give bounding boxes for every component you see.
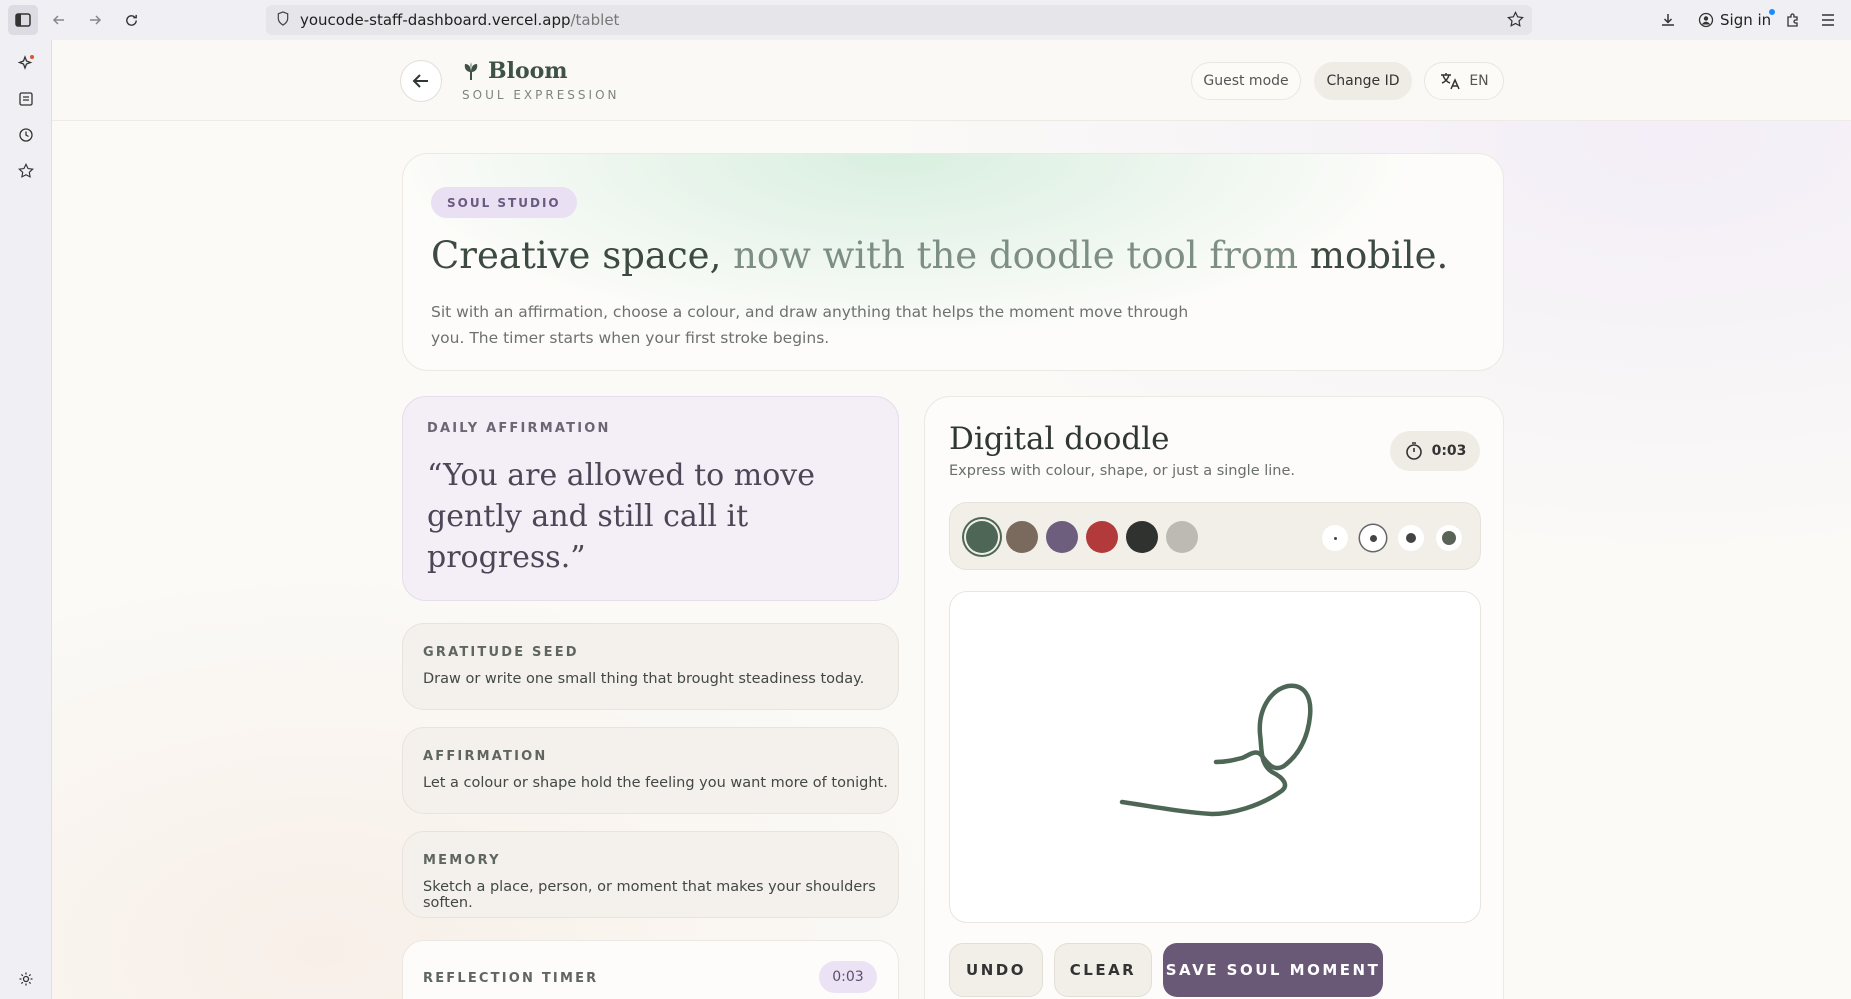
color-swatch-2[interactable] xyxy=(1006,521,1038,553)
prompt-label: MEMORY xyxy=(423,853,501,868)
ai-sparkle-icon[interactable] xyxy=(13,50,39,76)
prompt-text: Sketch a place, person, or moment that m… xyxy=(423,879,876,911)
prompt-label: AFFIRMATION xyxy=(423,749,548,764)
prompt-label: GRATITUDE SEED xyxy=(423,645,579,660)
history-clock-icon[interactable] xyxy=(13,122,39,148)
prompt-text: Draw or write one small thing that broug… xyxy=(423,671,865,687)
leaf-icon xyxy=(464,62,478,80)
browser-toolbar: youcode-staff-dashboard.vercel.app/table… xyxy=(0,0,1851,40)
prompt-card-gratitude[interactable]: GRATITUDE SEED Draw or write one small t… xyxy=(402,623,899,710)
language-button[interactable]: EN xyxy=(1424,62,1504,100)
forward-arrow-icon[interactable] xyxy=(80,5,110,35)
prompt-card-affirmation[interactable]: AFFIRMATION Let a colour or shape hold t… xyxy=(402,727,899,814)
bookmark-star-icon[interactable] xyxy=(1507,11,1524,32)
browser-sidebar xyxy=(0,40,52,999)
reading-list-icon[interactable] xyxy=(13,86,39,112)
settings-gear-icon[interactable] xyxy=(13,966,39,992)
reflection-timer-label: REFLECTION TIMER xyxy=(423,971,599,986)
reflection-timer-card: REFLECTION TIMER 0:03 xyxy=(402,940,899,999)
doodle-title: Digital doodle xyxy=(949,421,1170,457)
soul-studio-chip: SOUL STUDIO xyxy=(431,187,577,218)
shield-icon xyxy=(276,10,290,30)
change-id-button[interactable]: Change ID xyxy=(1314,62,1412,100)
bookmarks-star-icon[interactable] xyxy=(13,158,39,184)
page-title: Creative space, now with the doodle tool… xyxy=(431,234,1448,277)
title-muted: now with the doodle tool from xyxy=(721,234,1310,277)
affirmation-quote: “You are allowed to move gently and stil… xyxy=(427,458,815,575)
language-label: EN xyxy=(1469,73,1489,89)
title-end: mobile. xyxy=(1309,234,1449,277)
reflection-timer-badge: 0:03 xyxy=(819,961,877,993)
menu-icon[interactable] xyxy=(1813,5,1843,35)
color-swatch-3[interactable] xyxy=(1046,521,1078,553)
doodle-timer: 0:03 xyxy=(1390,431,1480,471)
stopwatch-icon xyxy=(1405,442,1422,460)
title-main: Creative space, xyxy=(431,234,722,277)
reload-icon[interactable] xyxy=(116,5,146,35)
url-host: youcode-staff-dashboard.vercel.app xyxy=(300,11,571,29)
prompt-text: Let a colour or shape hold the feeling y… xyxy=(423,775,888,791)
doodle-subtitle: Express with colour, shape, or just a si… xyxy=(949,463,1296,479)
doodle-drawing xyxy=(1119,683,1313,817)
extensions-icon[interactable] xyxy=(1778,5,1808,35)
color-swatch-1[interactable] xyxy=(966,521,998,553)
affirmation-label: DAILY AFFIRMATION xyxy=(427,421,611,436)
drawing-canvas[interactable] xyxy=(949,591,1481,923)
color-swatch-4[interactable] xyxy=(1086,521,1118,553)
translate-icon xyxy=(1441,73,1461,90)
doodle-panel: Digital doodle Express with colour, shap… xyxy=(924,396,1504,999)
undo-button[interactable]: UNDO xyxy=(949,943,1043,997)
color-swatch-6[interactable] xyxy=(1166,521,1198,553)
back-button[interactable] xyxy=(400,60,442,102)
hero-card: SOUL STUDIO Creative space, now with the… xyxy=(402,153,1504,371)
brush-size-dot xyxy=(1406,533,1416,543)
daily-affirmation-card: DAILY AFFIRMATION “You are allowed to mo… xyxy=(402,396,899,601)
brush-size-4[interactable] xyxy=(1436,525,1462,551)
address-bar[interactable]: youcode-staff-dashboard.vercel.app/table… xyxy=(266,5,1532,35)
save-soul-moment-button[interactable]: SAVE SOUL MOMENT xyxy=(1163,943,1383,997)
doodle-timer-value: 0:03 xyxy=(1431,443,1467,459)
brush-size-1[interactable] xyxy=(1322,525,1348,551)
brush-size-2[interactable] xyxy=(1360,525,1386,551)
downloads-icon[interactable] xyxy=(1653,5,1683,35)
brush-size-dot xyxy=(1333,536,1337,540)
clear-button[interactable]: CLEAR xyxy=(1054,943,1152,997)
sign-in-label: Sign in xyxy=(1720,11,1772,29)
url-path: /tablet xyxy=(570,11,620,29)
doodle-stroke xyxy=(1119,683,1313,817)
back-arrow-icon[interactable] xyxy=(44,5,74,35)
app-header: Bloom SOUL EXPRESSION Guest mode Change … xyxy=(52,40,1851,121)
sign-in-button[interactable]: Sign in xyxy=(1690,5,1779,35)
sidebar-toggle-icon[interactable] xyxy=(8,5,38,35)
prompt-card-memory[interactable]: MEMORY Sketch a place, person, or moment… xyxy=(402,831,899,918)
account-icon xyxy=(1698,12,1714,28)
page: Bloom SOUL EXPRESSION Guest mode Change … xyxy=(52,40,1851,999)
hero-description: Sit with an affirmation, choose a colour… xyxy=(431,303,1189,347)
brand-subtitle: SOUL EXPRESSION xyxy=(462,88,620,102)
brush-size-3[interactable] xyxy=(1398,525,1424,551)
brush-size-dot xyxy=(1369,534,1377,542)
brush-size-dot xyxy=(1442,531,1456,545)
arrow-left-icon xyxy=(412,74,428,88)
brand-logo: Bloom SOUL EXPRESSION xyxy=(460,58,620,102)
brand-name: Bloom xyxy=(488,58,568,84)
notification-dot xyxy=(1769,9,1776,15)
doodle-toolbar xyxy=(949,502,1481,570)
color-swatch-5[interactable] xyxy=(1126,521,1158,553)
guest-mode-button[interactable]: Guest mode xyxy=(1191,62,1301,100)
